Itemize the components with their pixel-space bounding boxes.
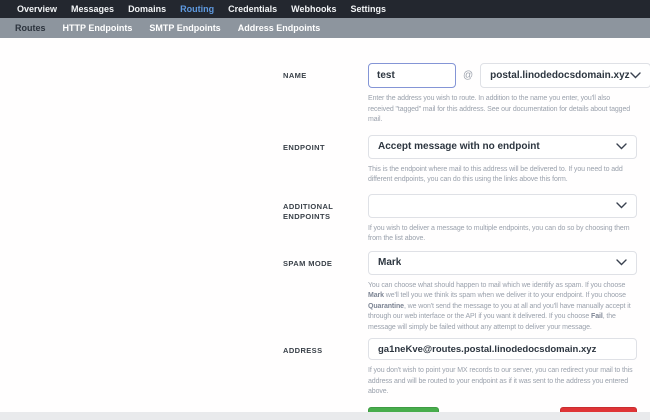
route-address-input[interactable] xyxy=(368,338,637,360)
sub-navigation: Routes HTTP Endpoints SMTP Endpoints Add… xyxy=(0,18,650,38)
spam-mode-row: SPAM MODE Mark You can choose what shoul… xyxy=(283,250,637,334)
nav-item-domains[interactable]: Domains xyxy=(128,4,166,14)
name-label: NAME xyxy=(283,71,307,80)
endpoint-label: ENDPOINT xyxy=(283,142,325,152)
endpoint-select-value: Accept message with no endpoint xyxy=(378,141,540,152)
top-navigation: Overview Messages Domains Routing Creden… xyxy=(0,0,650,18)
nav-item-overview[interactable]: Overview xyxy=(17,4,57,14)
name-row: NAME @ postal.linodedocsdomain.xyz Enter… xyxy=(283,63,650,126)
route-edit-page: NAME @ postal.linodedocsdomain.xyz Enter… xyxy=(0,38,650,420)
name-help-text: Enter the address you wish to route. In … xyxy=(368,95,631,123)
chevron-down-icon xyxy=(629,72,641,79)
domain-select[interactable]: postal.linodedocsdomain.xyz xyxy=(480,63,650,88)
subnav-item-routes[interactable]: Routes xyxy=(15,23,46,33)
additional-endpoints-label: ADDITIONAL ENDPOINTS xyxy=(283,201,334,221)
chevron-down-icon xyxy=(616,259,627,266)
route-name-input[interactable] xyxy=(368,63,456,88)
spam-mode-help-text: You can choose what should happen to mai… xyxy=(368,281,631,331)
domain-select-value: postal.linodedocsdomain.xyz xyxy=(490,70,630,81)
subnav-item-smtp-endpoints[interactable]: SMTP Endpoints xyxy=(149,23,220,33)
spam-mode-label: SPAM MODE xyxy=(283,258,333,268)
spam-mode-select[interactable]: Mark xyxy=(368,250,637,275)
endpoint-row: ENDPOINT Accept message with no endpoint… xyxy=(283,134,637,186)
additional-endpoints-row: ADDITIONAL ENDPOINTS If you wish to deli… xyxy=(283,193,637,245)
address-help-text: If you don't wish to point your MX recor… xyxy=(368,367,633,395)
subnav-item-address-endpoints[interactable]: Address Endpoints xyxy=(238,23,321,33)
nav-item-messages[interactable]: Messages xyxy=(71,4,114,14)
nav-item-routing[interactable]: Routing xyxy=(180,4,214,14)
address-label: ADDRESS xyxy=(283,346,323,355)
endpoint-select[interactable]: Accept message with no endpoint xyxy=(368,134,637,159)
nav-item-webhooks[interactable]: Webhooks xyxy=(291,4,336,14)
additional-endpoints-help-text: If you wish to deliver a message to mult… xyxy=(368,224,630,243)
chevron-down-icon xyxy=(616,143,627,150)
page-bottom-strip xyxy=(0,412,650,420)
nav-item-settings[interactable]: Settings xyxy=(350,4,386,14)
spam-mode-select-value: Mark xyxy=(378,257,402,268)
additional-endpoints-select[interactable] xyxy=(368,193,637,218)
at-separator: @ xyxy=(463,70,474,81)
address-row: ADDRESS If you don't wish to point your … xyxy=(283,338,637,420)
subnav-item-http-endpoints[interactable]: HTTP Endpoints xyxy=(63,23,133,33)
endpoint-help-text: This is the endpoint where mail to this … xyxy=(368,165,623,184)
route-form: NAME @ postal.linodedocsdomain.xyz Enter… xyxy=(283,63,650,420)
nav-item-credentials[interactable]: Credentials xyxy=(228,4,277,14)
chevron-down-icon xyxy=(616,202,627,209)
